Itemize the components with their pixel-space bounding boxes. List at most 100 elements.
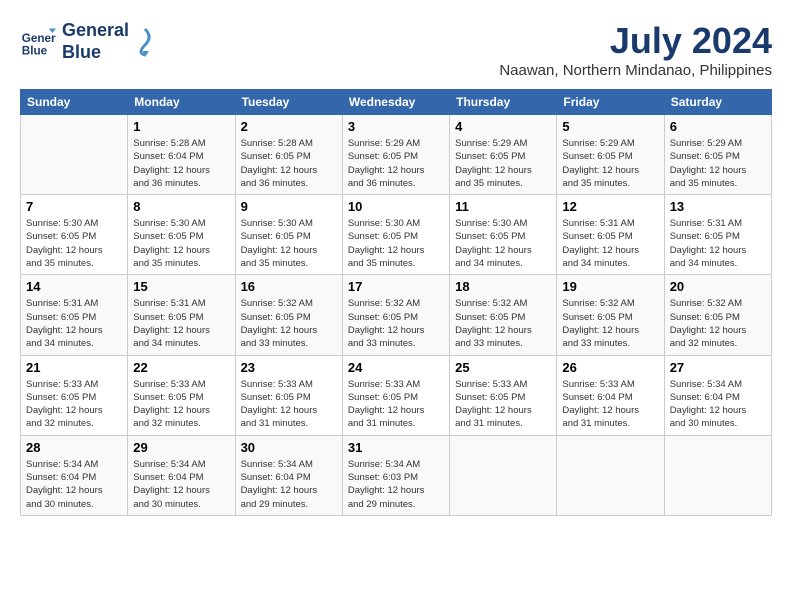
day-info: Sunrise: 5:33 AM Sunset: 6:05 PM Dayligh… — [26, 378, 122, 431]
day-number: 26 — [562, 360, 658, 375]
calendar-cell: 11Sunrise: 5:30 AM Sunset: 6:05 PM Dayli… — [450, 195, 557, 275]
day-info: Sunrise: 5:31 AM Sunset: 6:05 PM Dayligh… — [670, 217, 766, 270]
calendar-cell: 10 Sunrise: 5:30 AM Sunset: 6:05 PM Dayli… — [342, 195, 449, 275]
weekday-header-wednesday: Wednesday — [342, 90, 449, 115]
day-number: 5 — [562, 119, 658, 134]
calendar-cell: 12 Sunrise: 5:31 AM Sunset: 6:05 PM Dayli… — [557, 195, 664, 275]
day-info: Sunrise: 5:29 AM Sunset: 6:05 PM Dayligh… — [562, 137, 658, 190]
day-info: Sunrise: 5:34 AM Sunset: 6:04 PM Dayligh… — [26, 458, 122, 511]
day-number: 22 — [133, 360, 229, 375]
calendar-cell: 2 Sunrise: 5:28 AM Sunset: 6:05 PM Daylig… — [235, 115, 342, 195]
day-number: 27 — [670, 360, 766, 375]
calendar-cell: 23Sunrise: 5:33 AM Sunset: 6:05 PM Dayli… — [235, 355, 342, 435]
page-header: General Blue General Blue July 2024 Naaw… — [20, 20, 772, 79]
day-number: 30 — [241, 440, 337, 455]
logo-wave-icon — [135, 27, 155, 57]
day-info: Sunrise: 5:34 AM Sunset: 6:04 PM Dayligh… — [133, 458, 229, 511]
day-number: 16 — [241, 279, 337, 294]
day-info: Sunrise: 5:29 AM Sunset: 6:05 PM Dayligh… — [455, 137, 551, 190]
day-info: Sunrise: 5:30 AM Sunset: 6:05 PM Dayligh… — [241, 217, 337, 270]
day-number: 21 — [26, 360, 122, 375]
day-number: 28 — [26, 440, 122, 455]
calendar-cell: 17Sunrise: 5:32 AM Sunset: 6:05 PM Dayli… — [342, 275, 449, 355]
calendar-cell: 21 Sunrise: 5:33 AM Sunset: 6:05 PM Dayli… — [21, 355, 128, 435]
logo-blue: Blue — [62, 42, 129, 64]
day-info: Sunrise: 5:31 AM Sunset: 6:05 PM Dayligh… — [26, 297, 122, 350]
location-subtitle: Naawan, Northern Mindanao, Philippines — [499, 62, 772, 79]
day-info: Sunrise: 5:32 AM Sunset: 6:05 PM Dayligh… — [562, 297, 658, 350]
calendar-table: SundayMondayTuesdayWednesdayThursdayFrid… — [20, 89, 772, 516]
day-number: 18 — [455, 279, 551, 294]
calendar-cell: 4 Sunrise: 5:29 AM Sunset: 6:05 PM Daylig… — [450, 115, 557, 195]
calendar-cell: 5 Sunrise: 5:29 AM Sunset: 6:05 PM Daylig… — [557, 115, 664, 195]
calendar-week-row: 7Sunrise: 5:30 AM Sunset: 6:05 PM Daylig… — [21, 195, 772, 275]
calendar-cell — [557, 435, 664, 515]
month-year-title: July 2024 — [499, 20, 772, 62]
weekday-header-monday: Monday — [128, 90, 235, 115]
weekday-header-friday: Friday — [557, 90, 664, 115]
calendar-cell: 27Sunrise: 5:34 AM Sunset: 6:04 PM Dayli… — [664, 355, 771, 435]
day-info: Sunrise: 5:32 AM Sunset: 6:05 PM Dayligh… — [455, 297, 551, 350]
calendar-cell: 31 Sunrise: 5:34 AM Sunset: 6:03 PM Dayli… — [342, 435, 449, 515]
day-number: 11 — [455, 199, 551, 214]
day-number: 13 — [670, 199, 766, 214]
day-info: Sunrise: 5:33 AM Sunset: 6:04 PM Dayligh… — [562, 378, 658, 431]
day-info: Sunrise: 5:30 AM Sunset: 6:05 PM Dayligh… — [348, 217, 444, 270]
day-info: Sunrise: 5:33 AM Sunset: 6:05 PM Dayligh… — [241, 378, 337, 431]
day-info: Sunrise: 5:29 AM Sunset: 6:05 PM Dayligh… — [670, 137, 766, 190]
day-number: 14 — [26, 279, 122, 294]
day-number: 15 — [133, 279, 229, 294]
calendar-cell: 20 Sunrise: 5:32 AM Sunset: 6:05 PM Dayli… — [664, 275, 771, 355]
calendar-cell: 25 Sunrise: 5:33 AM Sunset: 6:05 PM Dayli… — [450, 355, 557, 435]
day-number: 10 — [348, 199, 444, 214]
day-info: Sunrise: 5:32 AM Sunset: 6:05 PM Dayligh… — [670, 297, 766, 350]
day-info: Sunrise: 5:28 AM Sunset: 6:04 PM Dayligh… — [133, 137, 229, 190]
day-number: 4 — [455, 119, 551, 134]
calendar-week-row: 14 Sunrise: 5:31 AM Sunset: 6:05 PM Dayli… — [21, 275, 772, 355]
day-number: 1 — [133, 119, 229, 134]
calendar-cell: 1 Sunrise: 5:28 AM Sunset: 6:04 PM Daylig… — [128, 115, 235, 195]
calendar-cell: 26 Sunrise: 5:33 AM Sunset: 6:04 PM Dayli… — [557, 355, 664, 435]
day-info: Sunrise: 5:32 AM Sunset: 6:05 PM Dayligh… — [348, 297, 444, 350]
day-info: Sunrise: 5:28 AM Sunset: 6:05 PM Dayligh… — [241, 137, 337, 190]
weekday-header-sunday: Sunday — [21, 90, 128, 115]
calendar-cell: 14 Sunrise: 5:31 AM Sunset: 6:05 PM Dayli… — [21, 275, 128, 355]
day-number: 25 — [455, 360, 551, 375]
calendar-cell: 9Sunrise: 5:30 AM Sunset: 6:05 PM Daylig… — [235, 195, 342, 275]
logo-general: General — [62, 20, 129, 42]
calendar-cell: 15Sunrise: 5:31 AM Sunset: 6:05 PM Dayli… — [128, 275, 235, 355]
calendar-cell: 22Sunrise: 5:33 AM Sunset: 6:05 PM Dayli… — [128, 355, 235, 435]
day-number: 8 — [133, 199, 229, 214]
calendar-cell: 3 Sunrise: 5:29 AM Sunset: 6:05 PM Daylig… — [342, 115, 449, 195]
day-number: 12 — [562, 199, 658, 214]
calendar-cell — [21, 115, 128, 195]
logo-icon: General Blue — [20, 24, 56, 60]
calendar-cell: 6Sunrise: 5:29 AM Sunset: 6:05 PM Daylig… — [664, 115, 771, 195]
day-info: Sunrise: 5:34 AM Sunset: 6:03 PM Dayligh… — [348, 458, 444, 511]
svg-text:General: General — [22, 32, 56, 45]
calendar-cell: 8 Sunrise: 5:30 AM Sunset: 6:05 PM Daylig… — [128, 195, 235, 275]
calendar-cell: 24Sunrise: 5:33 AM Sunset: 6:05 PM Dayli… — [342, 355, 449, 435]
weekday-header-row: SundayMondayTuesdayWednesdayThursdayFrid… — [21, 90, 772, 115]
day-number: 3 — [348, 119, 444, 134]
day-info: Sunrise: 5:32 AM Sunset: 6:05 PM Dayligh… — [241, 297, 337, 350]
calendar-week-row: 28 Sunrise: 5:34 AM Sunset: 6:04 PM Dayli… — [21, 435, 772, 515]
day-number: 2 — [241, 119, 337, 134]
day-number: 19 — [562, 279, 658, 294]
calendar-cell: 7Sunrise: 5:30 AM Sunset: 6:05 PM Daylig… — [21, 195, 128, 275]
title-block: July 2024 Naawan, Northern Mindanao, Phi… — [499, 20, 772, 79]
calendar-cell: 13 Sunrise: 5:31 AM Sunset: 6:05 PM Dayli… — [664, 195, 771, 275]
calendar-week-row: 1 Sunrise: 5:28 AM Sunset: 6:04 PM Daylig… — [21, 115, 772, 195]
day-info: Sunrise: 5:33 AM Sunset: 6:05 PM Dayligh… — [455, 378, 551, 431]
calendar-cell: 18 Sunrise: 5:32 AM Sunset: 6:05 PM Dayli… — [450, 275, 557, 355]
calendar-cell: 28 Sunrise: 5:34 AM Sunset: 6:04 PM Dayli… — [21, 435, 128, 515]
day-info: Sunrise: 5:30 AM Sunset: 6:05 PM Dayligh… — [133, 217, 229, 270]
day-number: 20 — [670, 279, 766, 294]
calendar-cell: 19 Sunrise: 5:32 AM Sunset: 6:05 PM Dayli… — [557, 275, 664, 355]
day-number: 31 — [348, 440, 444, 455]
day-info: Sunrise: 5:31 AM Sunset: 6:05 PM Dayligh… — [562, 217, 658, 270]
day-info: Sunrise: 5:29 AM Sunset: 6:05 PM Dayligh… — [348, 137, 444, 190]
calendar-cell: 30Sunrise: 5:34 AM Sunset: 6:04 PM Dayli… — [235, 435, 342, 515]
weekday-header-saturday: Saturday — [664, 90, 771, 115]
logo: General Blue General Blue — [20, 20, 155, 63]
